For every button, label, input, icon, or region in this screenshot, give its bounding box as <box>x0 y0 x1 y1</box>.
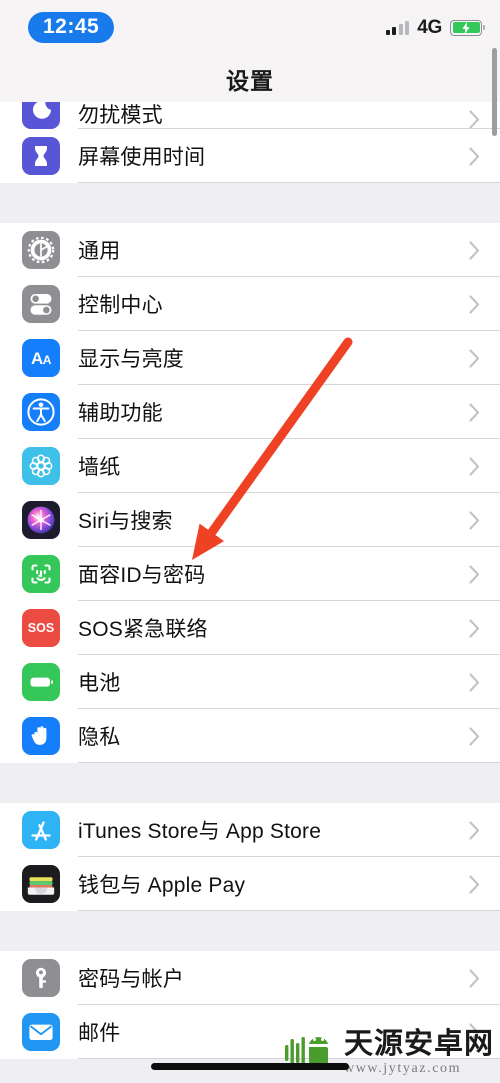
settings-row-label: iTunes Store与 App Store <box>78 820 322 843</box>
settings-row-label: 勿扰模式 <box>78 104 163 127</box>
settings-row-label: 密码与帐户 <box>78 968 184 991</box>
watermark-url: www.jytyaz.com <box>343 1061 462 1076</box>
settings-row-label: 辅助功能 <box>78 402 163 425</box>
watermark-text: 天源安卓网 www.jytyaz.com <box>344 1030 494 1076</box>
settings-row[interactable]: 电池 <box>0 655 500 709</box>
chevron-right-icon <box>469 874 480 894</box>
settings-row[interactable]: 控制中心 <box>0 277 500 331</box>
page-title: 设置 <box>226 67 274 94</box>
settings-row[interactable]: 勿扰模式 <box>0 102 500 129</box>
cellular-signal-icon <box>385 20 410 35</box>
moon-icon <box>22 102 60 129</box>
system-group: 通用控制中心 AA 显示与亮度辅助功能墙纸 Siri与搜索面容ID与密码 SOS SOS紧… <box>0 223 500 763</box>
home-indicator[interactable] <box>151 1063 349 1070</box>
row-separator <box>78 910 500 911</box>
settings-row-label: 钱包与 Apple Pay <box>78 874 246 897</box>
chevron-right-icon <box>469 456 480 476</box>
battery-icon <box>22 663 60 701</box>
settings-row[interactable]: 墙纸 <box>0 439 500 493</box>
row-separator <box>78 762 500 763</box>
aa-text-icon: AA <box>22 339 60 377</box>
row-separator <box>78 182 500 183</box>
wallet-icon <box>22 865 60 903</box>
face-id-icon <box>22 555 60 593</box>
vertical-scrollbar[interactable] <box>492 48 497 136</box>
key-icon <box>22 959 60 997</box>
chevron-right-icon <box>469 618 480 638</box>
mail-envelope-icon <box>22 1013 60 1051</box>
chevron-right-icon <box>469 348 480 368</box>
settings-row-label: 墙纸 <box>78 456 121 479</box>
settings-row-label: SOS紧急联络 <box>78 618 208 641</box>
navigation-bar: 设置 <box>0 55 500 102</box>
settings-row[interactable]: 密码与帐户 <box>0 951 500 1005</box>
sos-icon: SOS <box>22 609 60 647</box>
chevron-right-icon <box>469 240 480 260</box>
network-type-label: 4G <box>417 16 442 38</box>
chevron-right-icon <box>469 564 480 584</box>
app-store-icon <box>22 811 60 849</box>
chevron-right-icon <box>469 402 480 422</box>
gear-icon <box>22 231 60 269</box>
settings-row[interactable]: SOS SOS紧急联络 <box>0 601 500 655</box>
settings-row-label: 显示与亮度 <box>78 348 184 371</box>
battery-charging-icon <box>450 19 485 36</box>
chevron-right-icon <box>469 820 480 840</box>
settings-row[interactable]: 钱包与 Apple Pay <box>0 857 500 911</box>
settings-row[interactable]: 面容ID与密码 <box>0 547 500 601</box>
settings-row[interactable]: iTunes Store与 App Store <box>0 803 500 857</box>
settings-row[interactable]: 通用 <box>0 223 500 277</box>
status-bar: 12:45 4G <box>0 0 500 55</box>
chevron-right-icon <box>469 726 480 746</box>
chevron-right-icon <box>469 146 480 166</box>
settings-row[interactable]: 辅助功能 <box>0 385 500 439</box>
notifications-group: 勿扰模式屏幕使用时间 <box>0 102 500 183</box>
settings-list[interactable]: 勿扰模式屏幕使用时间 通用控制中心 AA 显示与亮度辅助功能墙纸 Siri与搜索面容ID… <box>0 102 500 1083</box>
chevron-right-icon <box>469 968 480 988</box>
watermark-title: 天源安卓网 <box>343 1028 494 1060</box>
settings-row-label: 隐私 <box>78 726 121 749</box>
status-time-pill[interactable]: 12:45 <box>28 11 115 44</box>
section-gap <box>0 183 500 223</box>
settings-row[interactable]: AA 显示与亮度 <box>0 331 500 385</box>
settings-row-label: Siri与搜索 <box>78 510 173 533</box>
section-gap <box>0 911 500 951</box>
iphone-settings-screen: 12:45 4G 设置 勿扰模式屏幕使用时间 通用控制中心 AA 显示与亮度辅助功能墙… <box>0 0 500 1083</box>
status-indicators: 4G <box>385 16 485 39</box>
wallpaper-flower-icon <box>22 447 60 485</box>
chevron-right-icon <box>469 672 480 692</box>
hourglass-icon <box>22 137 60 175</box>
hand-privacy-icon <box>22 717 60 755</box>
settings-row[interactable]: 隐私 <box>0 709 500 763</box>
settings-row[interactable]: 屏幕使用时间 <box>0 129 500 183</box>
toggles-icon <box>22 285 60 323</box>
store-group: iTunes Store与 App Store 钱包与 Apple Pay <box>0 803 500 911</box>
chevron-right-icon <box>469 110 480 129</box>
settings-row[interactable]: Siri与搜索 <box>0 493 500 547</box>
settings-row-label: 通用 <box>78 240 121 263</box>
settings-row-label: 电池 <box>78 672 121 695</box>
lightning-bolt-icon <box>462 21 470 34</box>
settings-row-label: 控制中心 <box>78 294 163 317</box>
accessibility-icon <box>22 393 60 431</box>
chevron-right-icon <box>469 294 480 314</box>
section-gap <box>0 763 500 803</box>
settings-row-label: 面容ID与密码 <box>78 564 206 587</box>
chevron-right-icon <box>469 510 480 530</box>
settings-row-label: 屏幕使用时间 <box>78 146 206 169</box>
siri-orb-icon <box>22 501 60 539</box>
